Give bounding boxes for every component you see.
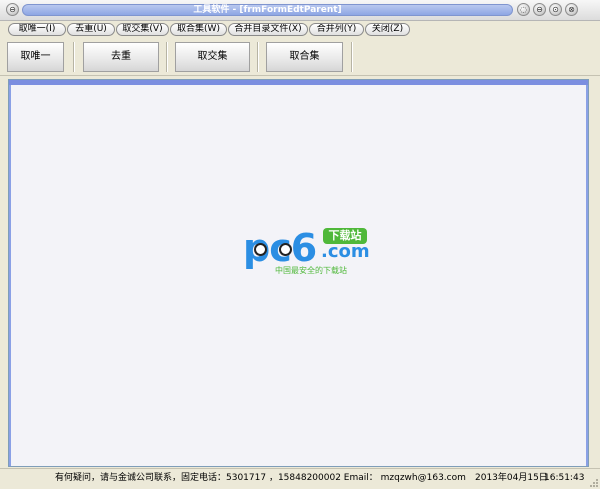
logo-eye-icon — [279, 243, 292, 256]
close-icon[interactable]: ⊗ — [565, 3, 578, 16]
minimize-icon[interactable]: ⊖ — [533, 3, 546, 16]
unique-button[interactable]: 取唯一 — [7, 42, 64, 72]
menu-item-dedupe[interactable]: 去重(U) — [67, 23, 115, 36]
title-bar: ⊖ 工具软件 - [frmFormEdtParent] ◌ ⊖ ⊙ ⊗ — [0, 0, 600, 21]
union-button[interactable]: 取合集 — [266, 42, 343, 72]
intersection-button[interactable]: 取交集 — [175, 42, 250, 72]
menu-item-close[interactable]: 关闭(Z) — [365, 23, 410, 36]
menu-bar: 取唯一(I) 去重(U) 取交集(V) 取合集(W) 合并目录文件(X) 合并列… — [0, 21, 600, 39]
mdi-right-border — [586, 85, 588, 466]
toolbar-separator — [257, 42, 259, 72]
menu-item-merge-columns[interactable]: 合并列(Y) — [309, 23, 364, 36]
maximize-icon[interactable]: ⊙ — [549, 3, 562, 16]
toolbar: 取唯一 去重 取交集 取合集 — [0, 39, 600, 76]
status-date: 2013年04月15日 — [475, 473, 548, 483]
menu-item-merge-dir-files[interactable]: 合并目录文件(X) — [228, 23, 308, 36]
pc6-watermark-logo: pc6 下载站 .com 中国最安全的下载站 — [243, 228, 373, 278]
mdi-client-area[interactable]: pc6 下载站 .com 中国最安全的下载站 — [8, 79, 589, 467]
toolbar-separator — [351, 42, 353, 72]
menu-item-union[interactable]: 取合集(W) — [170, 23, 227, 36]
watermark-slogan: 中国最安全的下载站 — [275, 266, 347, 275]
status-time: 16:51:43 — [544, 473, 585, 483]
menu-item-intersection[interactable]: 取交集(V) — [116, 23, 169, 36]
watermark-domain: .com — [321, 241, 370, 262]
dedupe-button[interactable]: 去重 — [83, 42, 159, 72]
system-menu-icon[interactable]: ⊖ — [6, 3, 19, 16]
status-bar: 有何疑问，请与金诚公司联系，固定电话：5301717 ，15848200002 … — [0, 468, 600, 489]
menu-item-unique[interactable]: 取唯一(I) — [8, 23, 66, 36]
toolbar-separator — [166, 42, 168, 72]
help-icon[interactable]: ◌ — [517, 3, 530, 16]
resize-grip-icon[interactable] — [588, 477, 598, 487]
logo-eye-icon — [254, 243, 267, 256]
mdi-background: pc6 下载站 .com 中国最安全的下载站 — [11, 85, 586, 466]
toolbar-separator — [73, 42, 75, 72]
status-contact: 有何疑问，请与金诚公司联系，固定电话：5301717 ，15848200002 … — [55, 473, 466, 483]
window-title: 工具软件 - [frmFormEdtParent] — [22, 4, 513, 16]
